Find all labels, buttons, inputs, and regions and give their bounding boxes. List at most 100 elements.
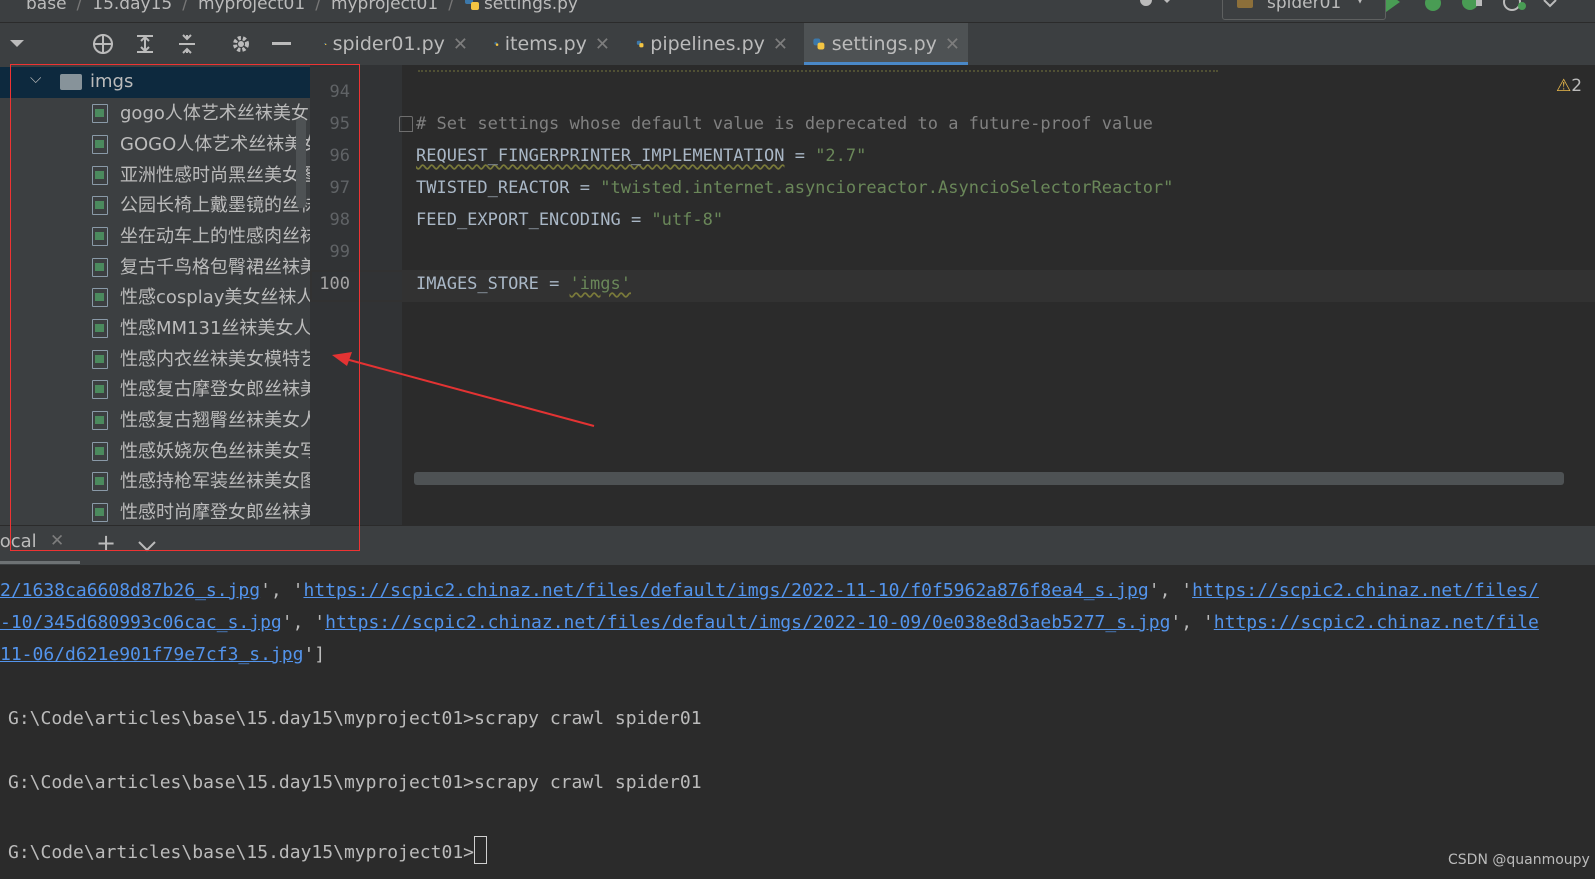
image-url-link[interactable]: https://scpic2.chinaz.net/files/ [1192, 580, 1539, 601]
close-icon[interactable]: ✕ [595, 34, 610, 55]
breadcrumb-separator: / [448, 0, 454, 14]
file-name: 性感内衣丝袜美女模特艺 [120, 349, 310, 370]
code-line-100: IMAGES_STORE = 'imgs' [416, 274, 631, 294]
setting-value: "2.7" [815, 146, 867, 166]
chevron-down-icon[interactable]: ⌵ [30, 69, 41, 87]
image-url-link[interactable]: 11-06/d621e901f79e7cf3_s.jpg [0, 644, 303, 665]
file-name: gogo人体艺术丝袜美女 [120, 103, 309, 124]
tab-spider01[interactable]: spider01.py ✕ [316, 23, 476, 65]
image-url-link[interactable]: https://scpic2.chinaz.net/files/default/… [303, 580, 1148, 601]
tree-file[interactable]: 性感MM131丝袜美女人 [0, 312, 310, 343]
image-url-link[interactable]: -10/345d680993c06cac_s.jpg [0, 612, 282, 633]
folder-label: imgs [90, 71, 134, 92]
more-run-options-icon[interactable] [1540, 0, 1560, 12]
fold-marker-icon[interactable] [399, 116, 413, 132]
warning-count: 2 [1571, 76, 1583, 96]
chevron-down-icon[interactable] [137, 540, 157, 552]
chevron-down-icon[interactable] [8, 37, 26, 51]
editor-tab-bar: spider01.py ✕ items.py ✕ pipelines.py ✕ … [310, 23, 1595, 65]
assign-operator: = [538, 274, 570, 294]
setting-name: REQUEST_FINGERPRINTER_IMPLEMENTATION [416, 146, 785, 166]
tree-scrollbar[interactable] [296, 118, 306, 208]
image-file-icon [92, 227, 108, 246]
image-url-link[interactable]: https://scpic2.chinaz.net/files/default/… [325, 612, 1170, 633]
assign-operator: = [620, 210, 652, 230]
close-icon[interactable]: ✕ [773, 34, 788, 55]
tree-file[interactable]: 性感复古摩登女郎丝袜美 [0, 373, 310, 404]
breadcrumb-item[interactable]: 15.day15 [92, 0, 172, 14]
tab-items[interactable]: items.py ✕ [486, 23, 618, 65]
breadcrumb-item[interactable]: myproject01 [331, 0, 438, 14]
breadcrumb-item[interactable]: base [26, 0, 67, 14]
separator-text: ', ' [260, 580, 304, 601]
breadcrumb-item[interactable]: myproject01 [198, 0, 305, 14]
close-icon[interactable]: ✕ [50, 531, 64, 551]
expand-all-icon[interactable] [134, 32, 156, 56]
code-line-96: REQUEST_FINGERPRINTER_IMPLEMENTATION = "… [416, 146, 866, 166]
image-file-icon [92, 166, 108, 185]
tree-file[interactable]: 坐在动车上的性感肉丝袜 [0, 220, 310, 251]
image-file-icon [92, 380, 108, 399]
tree-file[interactable]: 性感持枪军装丝袜美女图 [0, 465, 310, 496]
line-number: 94 [329, 82, 350, 102]
file-name: 复古千鸟格包臀裙丝袜美 [120, 257, 310, 278]
file-name: 性感妖娆灰色丝袜美女写 [120, 441, 310, 462]
breadcrumb-item[interactable]: settings.py [484, 0, 578, 14]
setting-value: "utf-8" [651, 210, 724, 230]
code-comment: # Set settings whose default value is de… [416, 114, 1153, 134]
tree-file[interactable]: 性感复古翘臀丝袜美女人 [0, 404, 310, 435]
image-file-icon [92, 503, 108, 522]
collapse-all-icon[interactable] [176, 32, 198, 56]
terminal-output-line: 11-06/d621e901f79e7cf3_s.jpg'] [0, 644, 325, 665]
setting-name: FEED_EXPORT_ENCODING [416, 210, 621, 230]
watermark: CSDN @quanmoupy [1448, 852, 1590, 868]
setting-value: "twisted.internet.asyncioreactor.Asyncio… [600, 178, 1174, 198]
tree-file[interactable]: 性感妖娆灰色丝袜美女写 [0, 435, 310, 466]
image-file-icon [92, 288, 108, 307]
line-number: 99 [329, 242, 350, 262]
tab-label: pipelines.py [650, 33, 765, 55]
run-configuration-select[interactable]: spider01 ▼ [1222, 0, 1386, 20]
file-name: 公园长椅上戴墨镜的丝袜 [120, 195, 310, 216]
gear-icon[interactable] [229, 32, 253, 56]
image-url-link[interactable]: https://scpic2.chinaz.net/file [1214, 612, 1539, 633]
tab-pipelines[interactable]: pipelines.py ✕ [628, 23, 796, 65]
tree-folder-imgs[interactable]: ⌵ imgs [0, 67, 310, 98]
file-name: 性感持枪军装丝袜美女图 [120, 471, 310, 492]
editor-horizontal-scrollbar[interactable] [414, 472, 1564, 485]
tree-file[interactable]: 性感cosplay美女丝袜人 [0, 281, 310, 312]
image-file-icon [92, 104, 108, 123]
new-terminal-icon[interactable]: + [96, 529, 116, 557]
terminal-tab-local[interactable]: Local [0, 531, 37, 552]
run-icon[interactable] [1382, 0, 1402, 12]
tree-file[interactable]: 复古千鸟格包臀裙丝袜美 [0, 251, 310, 282]
line-number: 98 [329, 210, 350, 230]
spider-config-icon [1237, 0, 1253, 8]
terminal-prompt[interactable]: G:\Code\articles\base\15.day15\myproject… [8, 836, 487, 864]
user-icon[interactable] [1134, 0, 1174, 12]
tree-file[interactable]: 性感时尚摩登女郎丝袜美 [0, 496, 310, 525]
tree-file[interactable]: GOGO人体艺术丝袜美女 [0, 128, 310, 159]
tree-file[interactable]: gogo人体艺术丝袜美女 [0, 97, 310, 128]
tab-settings[interactable]: settings.py ✕ [804, 23, 968, 65]
chevron-down-icon: ▼ [1355, 0, 1365, 6]
profile-icon[interactable] [1500, 0, 1530, 12]
tree-file[interactable]: 亚洲性感时尚黑丝美女图 [0, 159, 310, 190]
image-url-link[interactable]: 2/1638ca6608d87b26_s.jpg [0, 580, 260, 601]
file-name: GOGO人体艺术丝袜美女 [120, 134, 310, 155]
debug-icon[interactable] [1420, 0, 1446, 12]
assign-operator: = [569, 178, 601, 198]
setting-name: TWISTED_REACTOR [416, 178, 570, 198]
tree-file[interactable]: 性感内衣丝袜美女模特艺 [0, 343, 310, 374]
hide-panel-icon[interactable] [272, 41, 292, 47]
folder-icon [60, 74, 82, 90]
line-number: 95 [329, 114, 350, 134]
tree-file[interactable]: 公园长椅上戴墨镜的丝袜 [0, 189, 310, 220]
close-icon[interactable]: ✕ [945, 34, 960, 55]
breadcrumb-separator: / [182, 0, 188, 14]
close-icon[interactable]: ✕ [453, 34, 468, 55]
locate-file-icon[interactable] [91, 32, 115, 56]
breadcrumb-separator: / [315, 0, 321, 14]
coverage-icon[interactable] [1460, 0, 1486, 12]
inspection-widget[interactable]: ⚠2 [1556, 76, 1582, 96]
